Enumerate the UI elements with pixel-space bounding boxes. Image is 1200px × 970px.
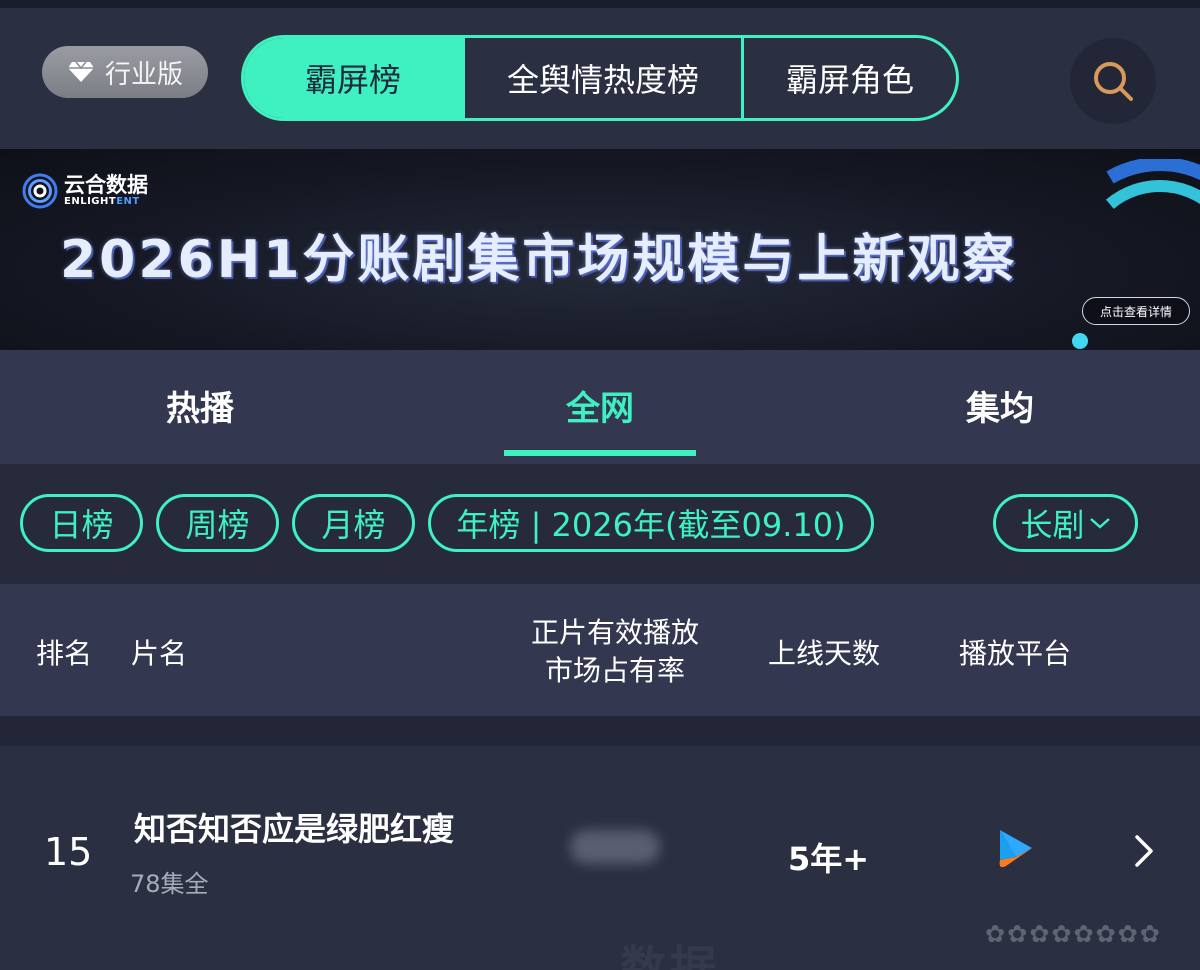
table-row[interactable]: 15 知否知否应是绿肥红瘦 78集全 5年+ 数据 ✿✿✿✿✿✿✿✿ — [0, 746, 1200, 970]
row-market-share-blurred — [570, 830, 660, 864]
tab-hot[interactable]: 热播 — [100, 350, 300, 460]
filter-yearly[interactable]: 年榜 | 2026年(截至09.10) — [428, 494, 874, 552]
tab-dominance-roles[interactable]: 霸屏角色 — [741, 38, 956, 118]
corner-watermark: ✿✿✿✿✿✿✿✿ — [985, 920, 1162, 948]
column-header-market-share[interactable]: 正片有效播放 市场占有率 — [520, 614, 710, 690]
filter-daily[interactable]: 日榜 — [20, 494, 143, 552]
row-title: 知否知否应是绿肥红瘦 — [134, 810, 455, 848]
column-header-rank: 排名 — [36, 637, 93, 670]
market-share-header-line2: 市场占有率 — [544, 654, 685, 687]
edition-badge-label: 行业版 — [104, 59, 183, 90]
filter-weekly[interactable]: 周榜 — [156, 494, 279, 552]
chevron-right-icon[interactable] — [1132, 834, 1156, 868]
filter-bar: 日榜 周榜 月榜 年榜 | 2026年(截至09.10) 长剧 — [0, 464, 1200, 584]
top-strip — [0, 0, 1200, 8]
diamond-icon — [67, 61, 94, 82]
logo-name-en: ENLIGHTENT — [64, 196, 140, 207]
active-tab-indicator — [504, 450, 696, 456]
search-icon — [1094, 62, 1133, 101]
header: 行业版 霸屏榜 全舆情热度榜 霸屏角色 — [0, 8, 1200, 149]
edition-badge[interactable]: 行业版 — [42, 46, 208, 98]
column-header-title: 片名 — [131, 637, 188, 670]
row-days-online: 5年+ — [788, 840, 870, 878]
logo-name-cn: 云合数据 — [64, 173, 148, 197]
tab-all-network[interactable]: 全网 — [500, 350, 700, 460]
enlightent-logo: 云合数据 ENLIGHTENT — [22, 173, 148, 209]
row-episode-count: 78集全 — [130, 870, 209, 898]
column-header-platform: 播放平台 — [959, 637, 1072, 670]
category-tab-bar: 热播 全网 集均 — [0, 350, 1200, 464]
watermark: 数据 — [620, 941, 720, 970]
filter-monthly[interactable]: 月榜 — [292, 494, 415, 552]
chevron-down-icon — [1089, 518, 1110, 529]
top-tab-bar: 霸屏榜 全舆情热度榜 霸屏角色 — [241, 35, 959, 121]
search-button[interactable] — [1070, 38, 1156, 124]
market-share-header-line1: 正片有效播放 — [530, 616, 699, 649]
row-rank: 15 — [44, 830, 93, 874]
tab-per-episode[interactable]: 集均 — [900, 350, 1100, 460]
tab-public-opinion-chart[interactable]: 全舆情热度榜 — [462, 38, 741, 118]
drama-type-select[interactable]: 长剧 — [993, 494, 1138, 552]
section-divider — [0, 716, 1200, 746]
enlightent-logo-icon — [22, 173, 58, 209]
drama-type-label: 长剧 — [1020, 506, 1085, 544]
tab-dominance-chart[interactable]: 霸屏榜 — [244, 38, 462, 118]
youku-icon — [999, 830, 1032, 868]
table-header: 排名 片名 正片有效播放 市场占有率 上线天数 播放平台 — [0, 584, 1200, 716]
banner-title: 2026H1分账剧集市场规模与上新观察 — [60, 230, 1018, 290]
banner-detail-button[interactable]: 点击查看详情 — [1082, 297, 1190, 325]
promo-banner[interactable]: 云合数据 ENLIGHTENT 2026H1分账剧集市场规模与上新观察 点击查看… — [0, 149, 1200, 350]
column-header-days-online: 上线天数 — [768, 637, 881, 670]
